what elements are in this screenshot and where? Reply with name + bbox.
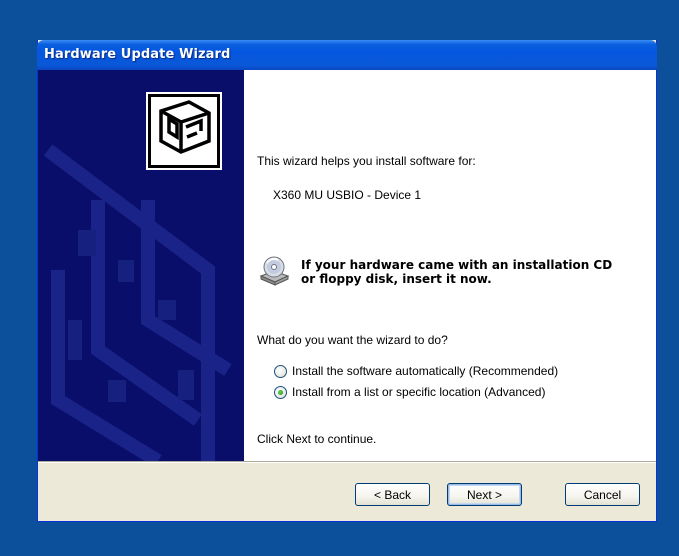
hardware-update-wizard-window: Hardware Update Wizard This wizard helps… [37, 40, 657, 522]
back-button[interactable]: < Back [355, 483, 430, 506]
cd-message-line-1: If your hardware came with an installati… [301, 258, 613, 272]
cd-drive-icon [258, 254, 290, 286]
option-install-from-list[interactable]: Install from a list or specific location… [274, 384, 545, 400]
radio-install-from-list[interactable] [274, 385, 287, 399]
next-button[interactable]: Next > [447, 483, 522, 506]
option-label: Install from a list or specific location… [292, 385, 546, 399]
wizard-sidebar [38, 70, 244, 461]
wizard-button-bar: < Back Next > Cancel [38, 461, 656, 521]
wizard-content: This wizard helps you install software f… [244, 70, 656, 461]
cd-message-line-2: or floppy disk, insert it now. [301, 272, 492, 286]
title-bar[interactable]: Hardware Update Wizard [37, 40, 657, 70]
hardware-wizard-icon [146, 92, 222, 170]
window-title: Hardware Update Wizard [44, 47, 231, 62]
intro-text: This wizard helps you install software f… [257, 154, 476, 168]
option-install-automatically[interactable]: Install the software automatically (Reco… [274, 363, 558, 379]
option-label: Install the software automatically (Reco… [292, 364, 559, 378]
cd-instruction-message: If your hardware came with an installati… [301, 258, 612, 286]
question-text: What do you want the wizard to do? [257, 333, 448, 347]
continue-hint: Click Next to continue. [257, 432, 377, 446]
radio-install-automatically[interactable] [274, 364, 287, 378]
cancel-button[interactable]: Cancel [565, 483, 640, 506]
device-name: X360 MU USBIO - Device 1 [273, 188, 422, 202]
